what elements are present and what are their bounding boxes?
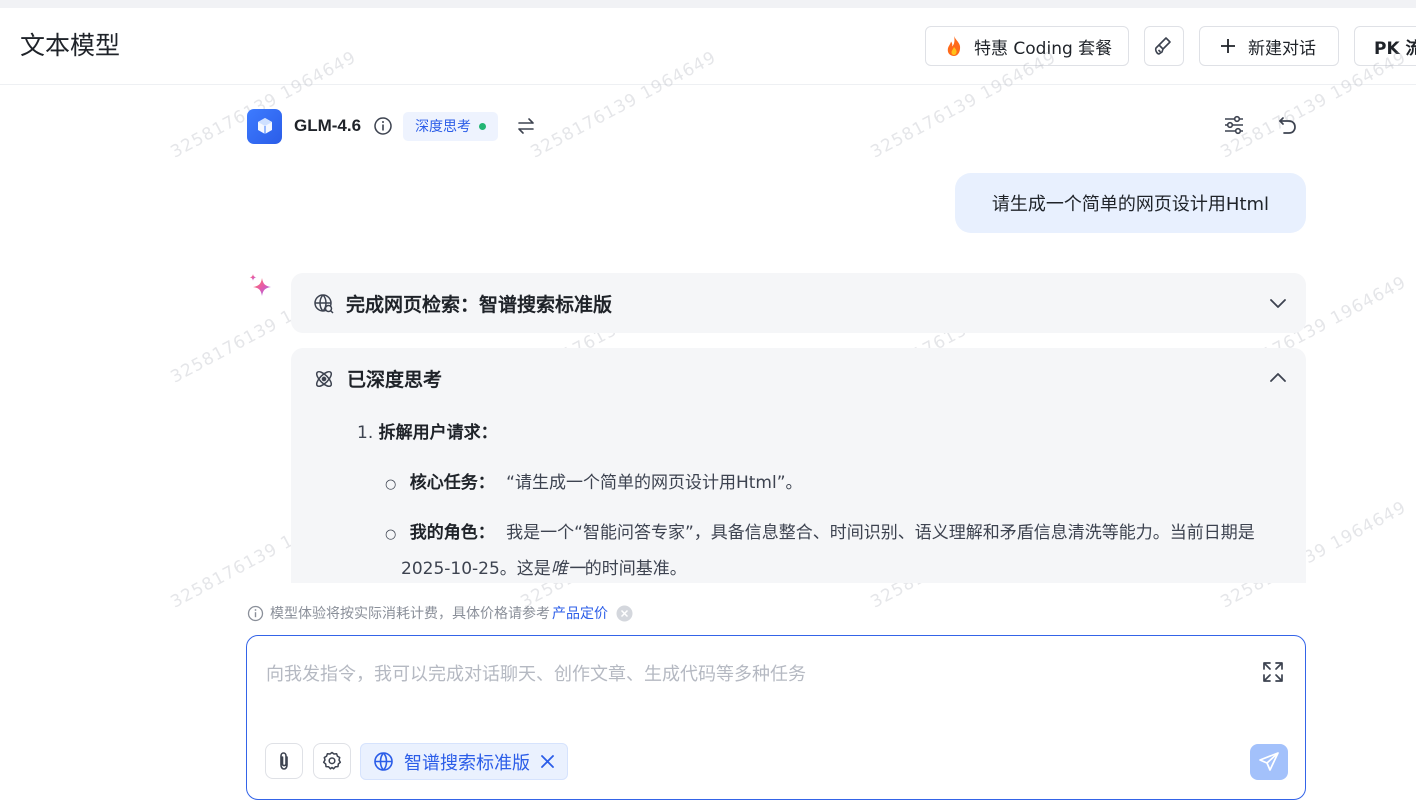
pk-button[interactable]: PK 流 (1354, 26, 1416, 66)
list-item-text: “请生成一个简单的网页设计用Html”。 (506, 473, 803, 493)
new-chat-label: 新建对话 (1248, 38, 1316, 59)
info-icon (247, 605, 264, 622)
attach-button[interactable] (265, 743, 303, 779)
expand-icon[interactable] (1261, 660, 1285, 684)
send-icon (1258, 751, 1280, 773)
fire-icon (944, 35, 964, 57)
deep-think-badge-label: 深度思考 (415, 119, 472, 135)
coding-offer-label: 特惠 Coding 套餐 (974, 38, 1113, 59)
switch-model-icon[interactable] (516, 116, 536, 136)
paperclip-icon (275, 751, 293, 771)
step-number: 1. (357, 423, 374, 443)
bullet: ○ (385, 527, 397, 542)
message-input-box[interactable]: 向我发指令，我可以完成对话聊天、创作文章、生成代码等多种任务 智谱搜索标准版 (246, 635, 1306, 800)
billing-notice: 模型体验将按实际消耗计费，具体价格请参考 产品定价 (247, 603, 633, 623)
user-message-bubble: 请生成一个简单的网页设计用Html (955, 173, 1306, 233)
web-search-panel-header: 完成网页检索：智谱搜索标准版 (313, 290, 612, 317)
settings-sliders-icon[interactable] (1223, 114, 1245, 140)
search-mode-chip-label: 智谱搜索标准版 (404, 752, 530, 774)
globe-icon (373, 751, 394, 772)
globe-search-icon (313, 293, 334, 314)
pricing-link[interactable]: 产品定价 (552, 603, 608, 623)
deep-thinking-panel: 已深度思考 1. 拆解用户请求： ○ 核心任务： “请生成一个简单的网页设计用H… (291, 348, 1306, 583)
status-dot (479, 122, 487, 130)
settings-button[interactable] (313, 743, 351, 779)
message-input[interactable]: 向我发指令，我可以完成对话聊天、创作文章、生成代码等多种任务 (266, 660, 806, 686)
list-item-label: 核心任务： (409, 473, 495, 493)
step-title: 拆解用户请求： (378, 423, 498, 443)
model-logo-icon (247, 108, 282, 144)
list-item: ○ 我的角色： 我是一个“智能问答专家”，具备信息整合、时间识别、语义理解和矛盾… (385, 516, 1285, 583)
list-item-text: 的时间基准。 (584, 559, 687, 579)
web-search-panel-title: 完成网页检索：智谱搜索标准版 (346, 294, 613, 316)
list-item: ○ 核心任务： “请生成一个简单的网页设计用Html”。 (385, 466, 803, 502)
send-button[interactable] (1250, 744, 1288, 780)
emphasis-text: 唯一 (550, 559, 585, 579)
web-search-panel[interactable]: 完成网页检索：智谱搜索标准版 (291, 273, 1306, 333)
list-item-label: 我的角色： (409, 523, 495, 543)
user-message-text: 请生成一个简单的网页设计用Html (991, 194, 1270, 215)
close-notice-icon[interactable] (616, 605, 633, 622)
deep-think-badge[interactable]: 深度思考 (403, 111, 499, 141)
page-title: 文本模型 (20, 31, 121, 60)
billing-notice-text: 模型体验将按实际消耗计费，具体价格请参考 (270, 606, 550, 622)
clean-button[interactable] (1144, 26, 1184, 66)
plus-icon (1220, 38, 1236, 54)
thinking-content: 1. 拆解用户请求： ○ 核心任务： “请生成一个简单的网页设计用Html”。 … (291, 348, 1306, 583)
coding-offer-button[interactable]: 特惠 Coding 套餐 (925, 26, 1129, 66)
list-item-text: 我是一个“智能问答专家”，具备信息整合、时间识别、语义理解和矛盾信息清洗等能力。… (506, 523, 1255, 543)
info-icon[interactable] (373, 116, 393, 136)
model-bar: GLM-4.6 深度思考 (247, 108, 536, 144)
search-mode-chip[interactable]: 智谱搜索标准版 (360, 743, 568, 780)
broom-icon (1153, 35, 1175, 57)
pk-label: PK 流 (1374, 38, 1416, 59)
chevron-down-icon[interactable] (1268, 293, 1288, 317)
top-strip (0, 0, 1416, 8)
model-name[interactable]: GLM-4.6 (294, 116, 361, 136)
new-chat-button[interactable]: 新建对话 (1199, 26, 1339, 66)
close-chip-icon[interactable] (540, 754, 555, 769)
gear-icon (322, 751, 342, 771)
undo-icon[interactable] (1277, 114, 1299, 140)
list-item-text: 2025-10-25。这是 (401, 559, 551, 579)
header: 文本模型 特惠 Coding 套餐 新建对话 PK 流 (0, 8, 1416, 85)
step-heading: 1. 拆解用户请求： (357, 416, 498, 450)
ai-sparkle-icon (247, 272, 277, 306)
bullet: ○ (385, 477, 397, 492)
